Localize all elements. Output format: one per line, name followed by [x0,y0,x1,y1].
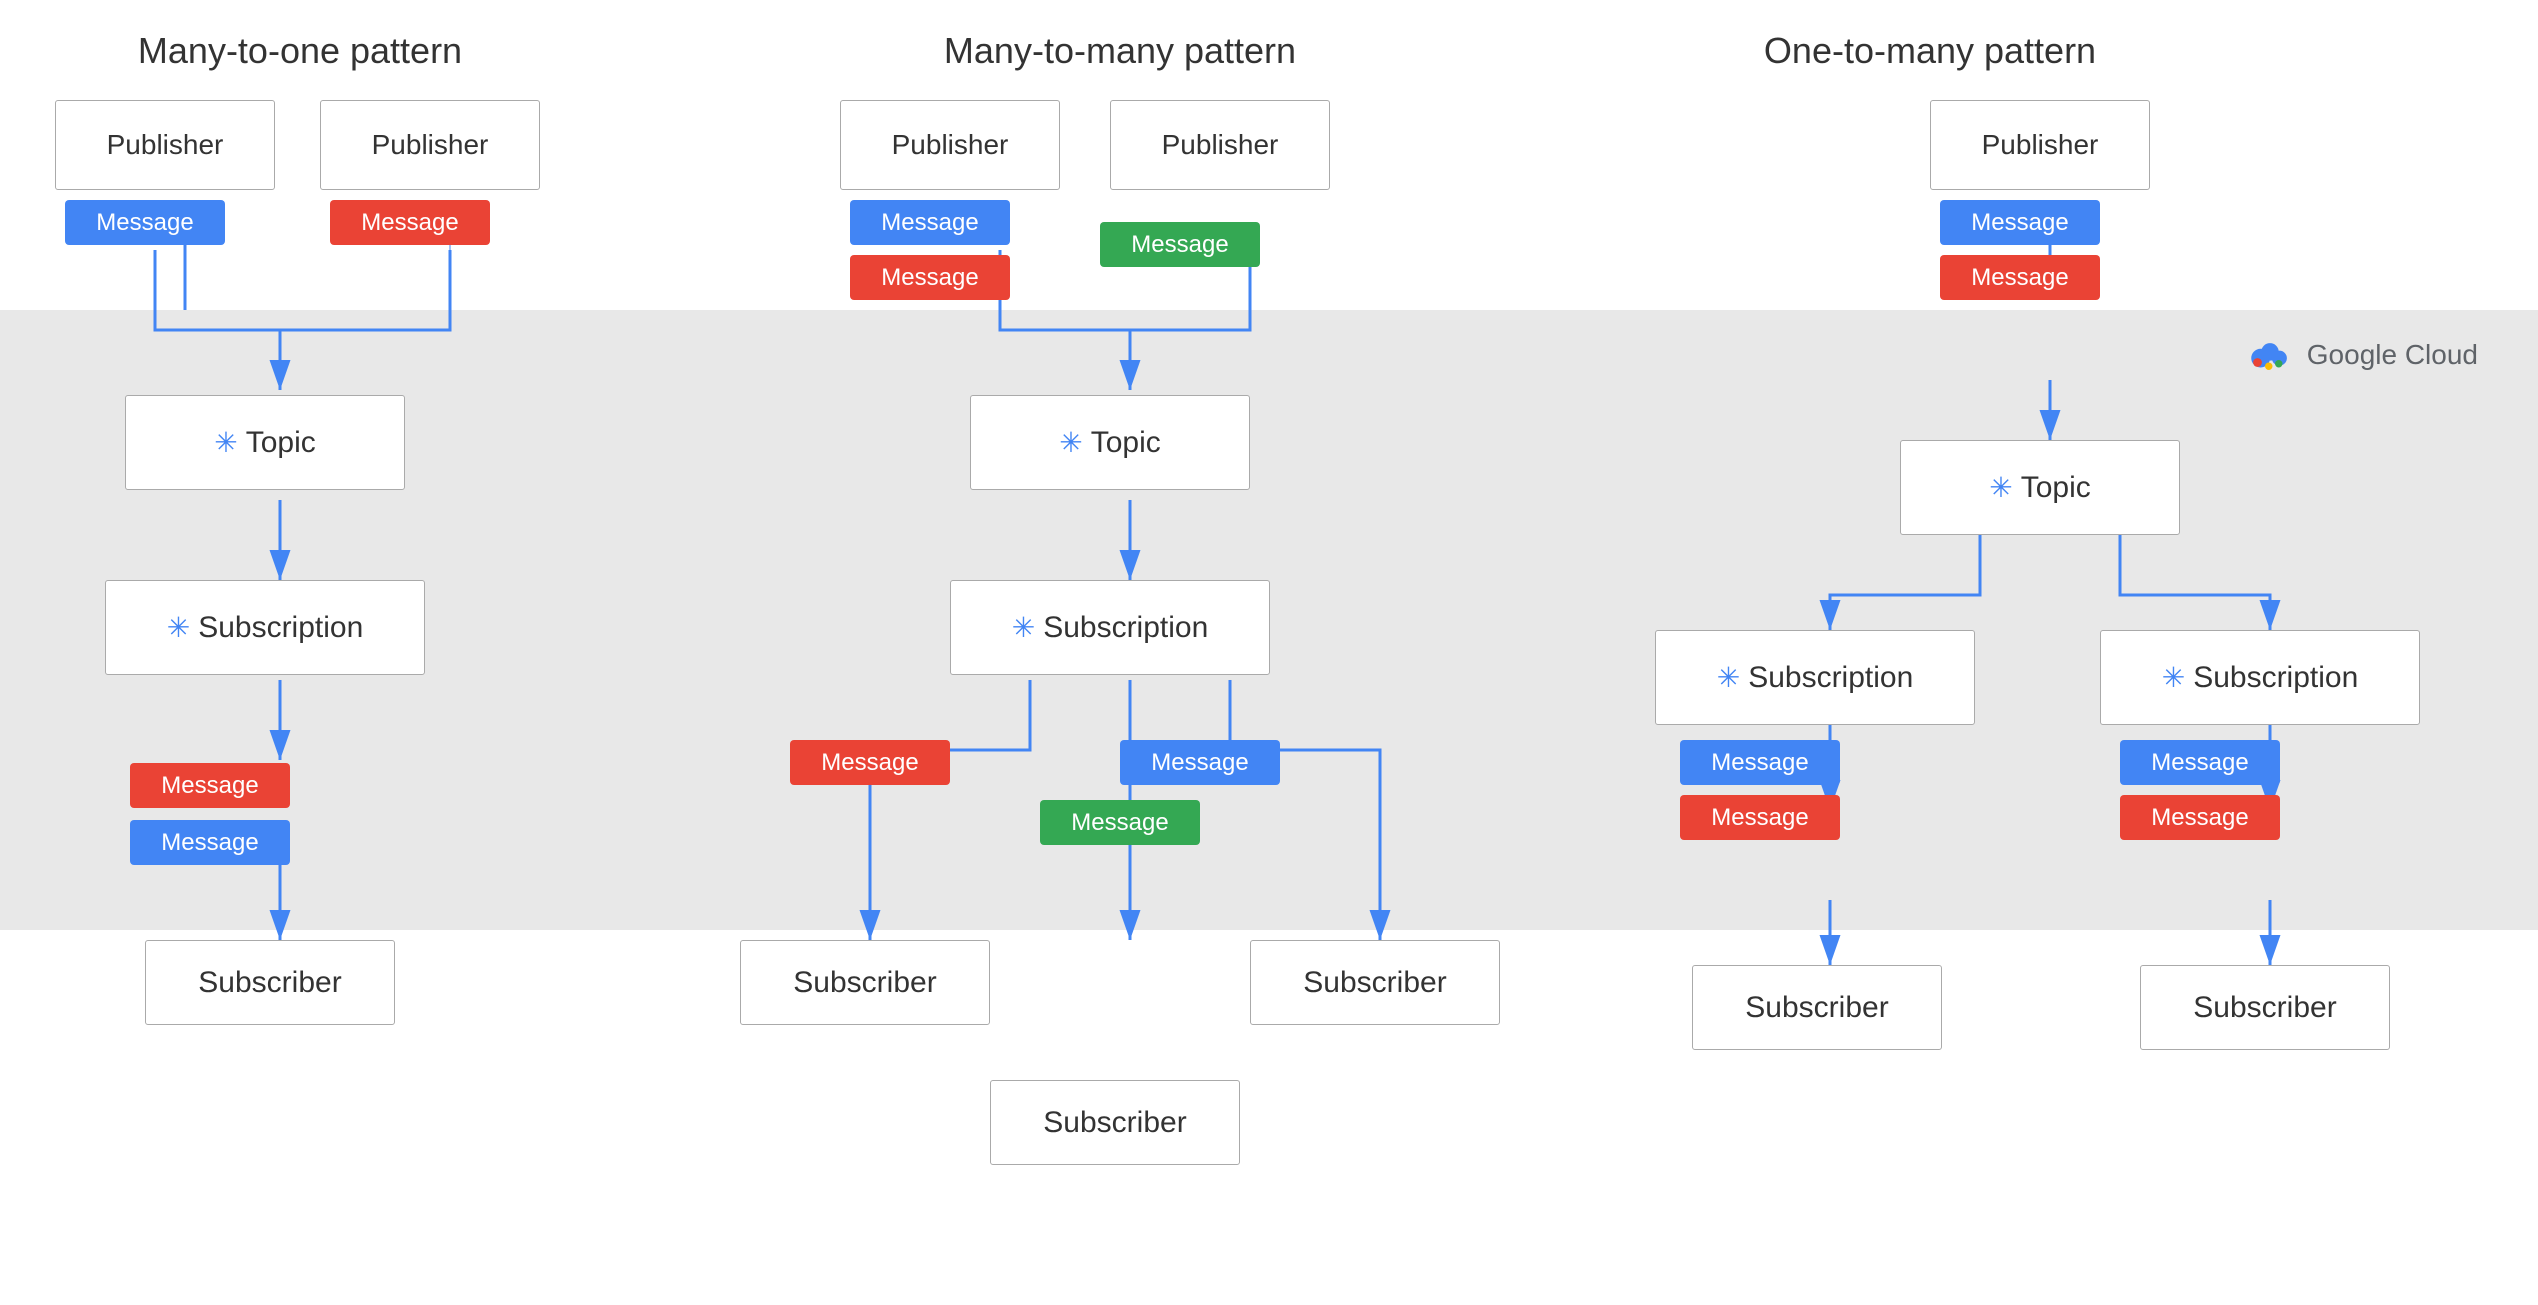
title-many-to-one: Many-to-one pattern [50,30,550,72]
subscriber-m2o: Subscriber [145,940,395,1025]
pubsub-icon-7: ✳ [2162,661,2185,694]
pubsub-icon-2: ✳ [167,611,190,644]
msg-pub3-red: Message [850,255,1010,300]
publisher-1-label: Publisher [107,129,224,161]
msg-sub-green-m2m: Message [1040,800,1200,845]
msg-o2m-sub1-red: Message [1680,795,1840,840]
subscriber-o2m-1: Subscriber [1692,965,1942,1050]
subscription-o2m-2: ✳ Subscription [2100,630,2420,725]
publisher-2: Publisher [320,100,540,190]
subscriber-m2m-left: Subscriber [740,940,990,1025]
publisher-2-label: Publisher [372,129,489,161]
msg-pub1-blue: Message [65,200,225,245]
msg-o2m-sub2-red: Message [2120,795,2280,840]
msg-sub-blue-m2m-r: Message [1120,740,1280,785]
msg-o2m-sub1-blue: Message [1680,740,1840,785]
msg-o2m-red: Message [1940,255,2100,300]
title-many-to-many: Many-to-many pattern [820,30,1420,72]
google-cloud-icon [2245,330,2295,380]
google-cloud-text: Google Cloud [2307,339,2478,371]
msg-sub-red-m2o: Message [130,763,290,808]
publisher-4: Publisher [1110,100,1330,190]
main-container: Many-to-one pattern Many-to-many pattern… [0,0,2538,1305]
msg-o2m-sub2-blue: Message [2120,740,2280,785]
google-cloud-logo: Google Cloud [2245,330,2478,380]
subscription-m2m: ✳ Subscription [950,580,1270,675]
subscriber-m2m-right: Subscriber [1250,940,1500,1025]
topic-m2m: ✳ Topic [970,395,1250,490]
msg-pub4-green: Message [1100,222,1260,267]
publisher-o2m: Publisher [1930,100,2150,190]
pubsub-icon-1: ✳ [214,426,237,459]
msg-pub2-red: Message [330,200,490,245]
topic-o2m: ✳ Topic [1900,440,2180,535]
msg-sub-blue-m2o: Message [130,820,290,865]
pubsub-icon-3: ✳ [1059,426,1082,459]
subscription-o2m-1: ✳ Subscription [1655,630,1975,725]
title-one-to-many: One-to-many pattern [1680,30,2180,72]
msg-o2m-blue: Message [1940,200,2100,245]
publisher-3: Publisher [840,100,1060,190]
publisher-1: Publisher [55,100,275,190]
msg-pub3-blue: Message [850,200,1010,245]
subscriber-o2m-2: Subscriber [2140,965,2390,1050]
subscription-m2o: ✳ Subscription [105,580,425,675]
pubsub-icon-4: ✳ [1012,611,1035,644]
subscriber-m2m-mid: Subscriber [990,1080,1240,1165]
pubsub-icon-6: ✳ [1717,661,1740,694]
msg-sub-red-m2m-l: Message [790,740,950,785]
topic-m2o: ✳ Topic [125,395,405,490]
pubsub-icon-5: ✳ [1989,471,2012,504]
